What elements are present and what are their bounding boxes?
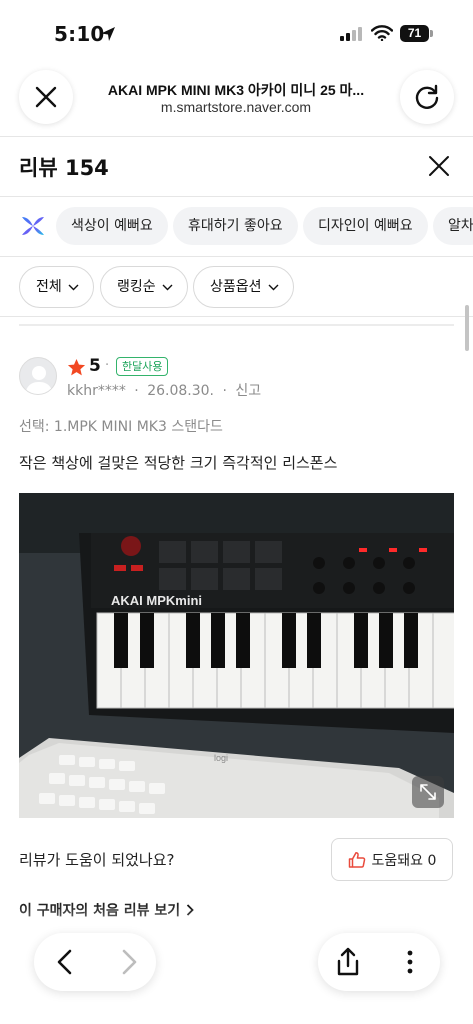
filter-option-dropdown[interactable]: 상품옵션 <box>193 266 294 308</box>
separator-dot: · <box>105 358 110 373</box>
filter-all-dropdown[interactable]: 전체 <box>19 266 94 308</box>
thumbs-up-icon <box>348 851 365 868</box>
filter-label: 랭킹순 <box>117 279 156 295</box>
keyword-chip[interactable]: 색상이 예뻐요 <box>56 207 168 245</box>
keyword-chip[interactable]: 휴대하기 좋아요 <box>173 207 298 245</box>
reload-icon <box>415 84 439 109</box>
battery-icon: 71 <box>400 25 433 42</box>
chevron-down-icon <box>68 284 79 290</box>
browser-close-button[interactable] <box>19 70 73 124</box>
location-arrow-icon <box>101 27 115 41</box>
rating-value: 5 <box>89 356 101 376</box>
filter-label: 전체 <box>36 279 62 295</box>
reviews-header-divider <box>0 196 473 197</box>
helpful-button[interactable]: 도움돼요 0 <box>331 838 453 881</box>
usage-badge: 한달사용 <box>116 357 169 376</box>
ai-icon <box>22 217 44 235</box>
keyword-chip-row[interactable]: 색상이 예뻐요 휴대하기 좋아요 디자인이 예뻐요 알차 <box>0 205 473 247</box>
review-date: 26.08.30. <box>147 383 214 399</box>
action-pill <box>318 933 440 991</box>
chips-divider <box>0 256 473 257</box>
photo-brand-text: AKAI MPKmini <box>111 593 202 608</box>
signal-icon <box>340 27 362 41</box>
report-link[interactable]: 신고 <box>235 383 261 399</box>
wifi-icon <box>371 25 393 41</box>
reviewer-username: kkhr**** <box>67 383 126 399</box>
url-domain[interactable]: m.smartstore.naver.com <box>86 99 386 115</box>
keyword-chip[interactable]: 디자인이 예뻐요 <box>303 207 428 245</box>
status-time: 5:10 <box>54 22 105 46</box>
scrollbar[interactable] <box>465 305 469 351</box>
battery-level: 71 <box>400 25 429 42</box>
avatar <box>19 357 57 395</box>
back-icon[interactable] <box>50 947 80 977</box>
expand-photo-button[interactable] <box>412 776 444 808</box>
reviews-title: 리뷰 154 <box>19 156 109 180</box>
chevron-down-icon <box>268 284 279 290</box>
expand-icon <box>420 784 436 800</box>
forward-icon[interactable] <box>114 947 144 977</box>
share-icon[interactable] <box>332 946 364 978</box>
close-icon <box>35 86 57 108</box>
review-photo[interactable]: AKAI MPKmini logi <box>19 493 454 818</box>
navigation-pill <box>34 933 156 991</box>
helpful-label: 도움돼요 0 <box>371 852 437 869</box>
section-separator <box>19 324 454 326</box>
keyword-chip[interactable]: 알차 <box>433 207 473 245</box>
page-title[interactable]: AKAI MPK MINI MK3 아카이 미니 25 마... <box>86 80 386 100</box>
header-divider <box>0 136 473 137</box>
reviewer-meta: kkhr**** · 26.08.30. · 신고 <box>67 383 262 399</box>
review-text: 작은 책상에 걸맞은 적당한 크기 즉각적인 리스폰스 <box>19 454 338 472</box>
filter-label: 상품옵션 <box>210 279 262 295</box>
helpful-question: 리뷰가 도움이 되었나요? <box>19 851 175 869</box>
close-icon[interactable] <box>426 153 452 179</box>
browser-header: AKAI MPK MINI MK3 아카이 미니 25 마... m.smart… <box>0 62 473 136</box>
filter-sort-dropdown[interactable]: 랭킹순 <box>100 266 188 308</box>
chevron-down-icon <box>162 284 173 290</box>
reload-button[interactable] <box>400 70 454 124</box>
selected-option: 선택: 1.MPK MINI MK3 스탠다드 <box>19 419 223 435</box>
photo-keyboard-brand: logi <box>214 753 228 763</box>
star-icon <box>67 358 86 376</box>
filter-divider <box>0 316 473 317</box>
more-icon[interactable] <box>398 946 422 978</box>
status-bar: 5:10 71 <box>0 0 473 62</box>
